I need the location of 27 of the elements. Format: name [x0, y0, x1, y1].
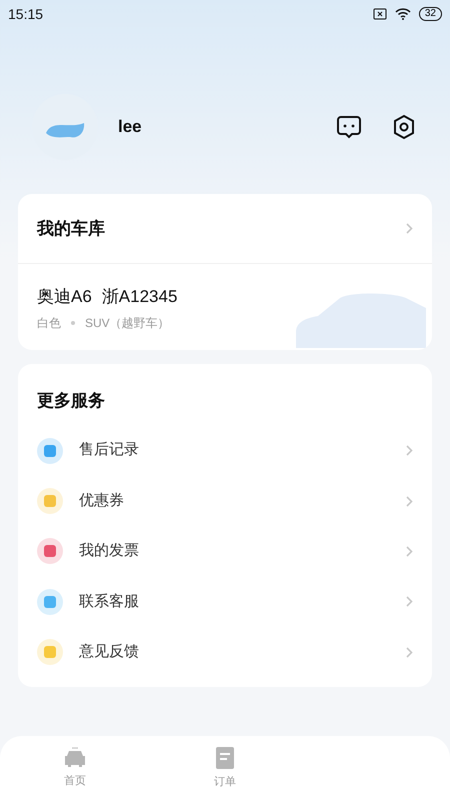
service-item[interactable]: 我的发票	[18, 526, 432, 577]
service-item[interactable]: 优惠券	[18, 476, 432, 526]
car-model: 奥迪A6	[37, 286, 92, 308]
status-time: 15:15	[8, 4, 44, 24]
chevron-right-icon	[406, 223, 413, 234]
garage-card[interactable]: 我的车库 奥迪A6 浙A12345 白色 SUV（越野车）	[18, 194, 432, 350]
chevron-right-icon	[406, 596, 413, 608]
service-item[interactable]: 意见反馈	[18, 627, 432, 678]
wifi-icon	[394, 8, 411, 20]
chevron-right-icon	[406, 546, 413, 557]
username: lee	[118, 116, 143, 138]
sim-icon	[372, 8, 387, 20]
car-color: 白色	[37, 314, 61, 332]
settings-icon[interactable]	[392, 114, 416, 140]
battery-indicator: 32	[418, 7, 442, 21]
license-plate: 浙A12345	[102, 286, 178, 308]
car-type: SUV（越野车）	[85, 314, 170, 332]
chevron-right-icon	[406, 445, 413, 456]
car-icon	[62, 746, 88, 769]
chevron-right-icon	[406, 646, 413, 658]
card-title: 更多服务	[36, 390, 106, 412]
chevron-right-icon	[406, 496, 413, 507]
card-title: 我的车库	[37, 218, 105, 240]
document-icon	[215, 746, 235, 770]
service-item[interactable]: 售后记录	[18, 426, 432, 476]
message-icon[interactable]	[336, 114, 362, 140]
service-item[interactable]: 联系客服	[18, 576, 432, 628]
